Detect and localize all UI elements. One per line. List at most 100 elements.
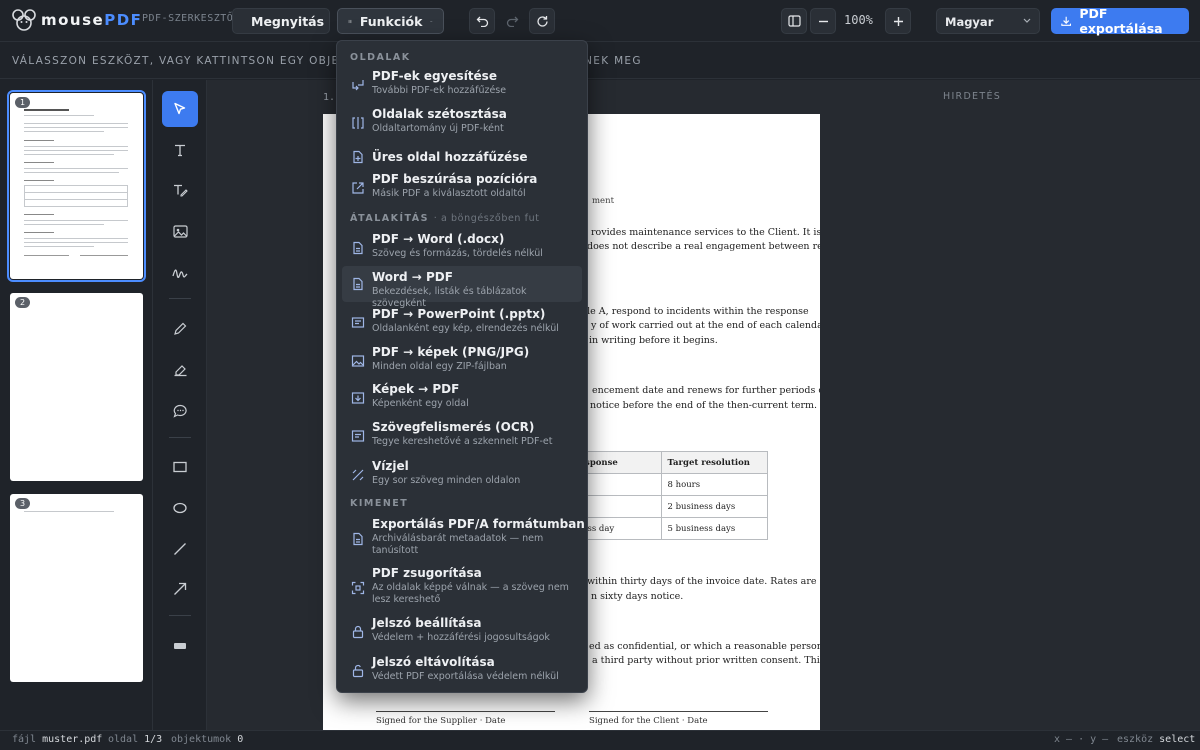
- tool-palette: [153, 80, 207, 730]
- undo-icon: [476, 16, 488, 27]
- image-tool[interactable]: [162, 213, 198, 249]
- open-button[interactable]: Megnyitás: [232, 8, 330, 34]
- menu-item-subtitle: További PDF-ek hozzáfűzése: [372, 85, 507, 96]
- page-thumbnail-2[interactable]: 2: [10, 293, 143, 481]
- image-icon: [172, 224, 188, 238]
- doc-text-line: a third party without prior written cons…: [592, 655, 820, 666]
- menu-item-pdf-to-images[interactable]: PDF → képek (PNG/JPG) Minden oldal egy Z…: [342, 345, 582, 377]
- doc-text-line: encement date and renews for further per…: [592, 385, 820, 396]
- redact-tool[interactable]: [162, 628, 198, 664]
- comment-tool[interactable]: [162, 393, 198, 429]
- export-pdf-button[interactable]: PDF exportálása: [1051, 6, 1189, 36]
- functions-dropdown-menu: OLDALAK PDF-ek egyesítése További PDF-ek…: [336, 40, 588, 693]
- menu-item-pdf-to-word[interactable]: PDF → Word (.docx) Szöveg és formázás, t…: [342, 232, 582, 264]
- menu-item-merge[interactable]: PDF-ek egyesítése További PDF-ek hozzáfű…: [342, 69, 582, 101]
- status-bar: fájl muster.pdf oldal 1/3 objektumok 0 x…: [0, 730, 1200, 750]
- menu-item-export-pdfa[interactable]: Exportálás PDF/A formátumban Archiválásb…: [342, 517, 585, 561]
- functions-menu-button[interactable]: Funkciók: [337, 8, 444, 34]
- menu-item-set-password[interactable]: Jelszó beállítása Védelem + hozzáférési …: [342, 616, 582, 648]
- menu-item-title: PDF → PowerPoint (.pptx): [372, 307, 546, 321]
- top-toolbar: mousePDF PDF-SZERKESZTŐ Megnyitás Funkci…: [0, 0, 1200, 42]
- menu-item-insert-pdf[interactable]: PDF beszúrása pozícióra Másik PDF a kivá…: [342, 172, 582, 204]
- page-thumbnail-3[interactable]: 3: [10, 494, 143, 682]
- text-edit-icon: [173, 184, 188, 197]
- lock-icon: [352, 625, 364, 639]
- menu-item-split[interactable]: Oldalak szétosztása Oldaltartomány új PD…: [342, 107, 582, 139]
- menu-item-watermark[interactable]: Vízjel Egy sor szöveg minden oldalon: [342, 459, 582, 491]
- menu-item-subtitle: Képenként egy oldal: [372, 398, 469, 409]
- app-subtitle: PDF-SZERKESZTŐ: [142, 13, 234, 24]
- text-tool[interactable]: [162, 132, 198, 168]
- doc-text-line: does not describe a real engagement betw…: [587, 241, 820, 252]
- table-cell: 2 business days: [660, 495, 768, 518]
- select-icon: [174, 102, 186, 115]
- zoom-level: 100%: [844, 13, 873, 27]
- menu-item-subtitle: Másik PDF a kiválasztott oldaltól: [372, 188, 526, 199]
- highlighter-tool[interactable]: [162, 352, 198, 388]
- chevron-down-icon: [430, 20, 433, 22]
- list-icon: [348, 19, 352, 23]
- menu-item-remove-password[interactable]: Jelszó eltávolítása Védett PDF exportálá…: [342, 655, 582, 687]
- menu-item-title: Üres oldal hozzáfűzése: [372, 150, 528, 164]
- menu-item-subtitle: Oldalanként egy kép, elrendezés nélkül: [372, 323, 559, 334]
- menu-section-output: KIMENET: [350, 498, 409, 509]
- status-tool: eszköz select: [1117, 734, 1196, 745]
- menu-item-title: PDF zsugorítása: [372, 566, 482, 580]
- menu-item-pdf-to-pptx[interactable]: PDF → PowerPoint (.pptx) Oldalanként egy…: [342, 307, 582, 339]
- page-thumbnail-1[interactable]: 1: [7, 90, 146, 282]
- signature-tool[interactable]: [162, 254, 198, 290]
- mouse-logo-icon: [12, 9, 36, 31]
- pen-tool[interactable]: [162, 311, 198, 347]
- export-button-label: PDF exportálása: [1079, 6, 1163, 36]
- thumbnail-number: 3: [15, 498, 30, 509]
- presentation-icon: [351, 317, 365, 328]
- highlighter-icon: [174, 365, 186, 377]
- text-edit-tool[interactable]: [162, 172, 198, 208]
- signature-line-supplier: [376, 711, 555, 712]
- menu-item-compress[interactable]: PDF zsugorítása Az oldalak képpé válnak …: [342, 566, 582, 610]
- app-logo[interactable]: mousePDF: [11, 8, 142, 32]
- rectangle-tool[interactable]: [162, 449, 198, 485]
- redo-button[interactable]: [499, 8, 525, 34]
- rectangle-icon: [173, 461, 187, 473]
- doc-text-line: y of work carried out at the end of each…: [591, 320, 820, 331]
- redo-icon: [506, 16, 518, 27]
- doc-text-line: rovides maintenance services to the Clie…: [591, 227, 820, 238]
- select-tool[interactable]: [162, 91, 198, 127]
- arrow-tool[interactable]: [162, 571, 198, 607]
- menu-item-title: Vízjel: [372, 459, 409, 473]
- menu-item-subtitle: Egy sor szöveg minden oldalon: [372, 475, 521, 486]
- line-icon: [174, 543, 186, 555]
- sidebar-icon: [787, 15, 801, 27]
- menu-item-ocr[interactable]: Szövegfelismerés (OCR) Tegye kereshetővé…: [342, 420, 582, 452]
- page-thumbnails-panel: 1 2 3: [0, 80, 153, 730]
- menu-item-title: PDF beszúrása pozícióra: [372, 172, 538, 186]
- document-icon: [353, 241, 363, 255]
- minus-icon: [818, 20, 828, 22]
- plus-icon: [893, 16, 903, 26]
- undo-button[interactable]: [469, 8, 495, 34]
- line-tool[interactable]: [162, 531, 198, 567]
- menu-item-title: PDF → képek (PNG/JPG): [372, 345, 530, 359]
- menu-item-word-to-pdf[interactable]: Word → PDF Bekezdések, listák és tábláza…: [342, 266, 582, 309]
- zoom-in-button[interactable]: [885, 8, 911, 34]
- table-cell: 8 hours: [660, 473, 768, 496]
- merge-icon: [352, 80, 364, 91]
- menu-item-subtitle: Védett PDF exportálása védelem nélkül: [372, 671, 559, 682]
- arrow-icon: [174, 582, 187, 595]
- menu-item-subtitle: Oldaltartomány új PDF-ként: [372, 123, 504, 134]
- menu-item-title: Szövegfelismerés (OCR): [372, 420, 535, 434]
- menu-item-subtitle: Minden oldal egy ZIP-fájlban: [372, 361, 507, 372]
- toggle-sidebar-button[interactable]: [781, 8, 807, 34]
- menu-item-blank-page[interactable]: Üres oldal hozzáfűzése: [342, 144, 582, 170]
- zoom-out-button[interactable]: [810, 8, 836, 34]
- status-coordinates: x — · y —: [1054, 734, 1109, 745]
- reset-button[interactable]: [529, 8, 555, 34]
- language-select[interactable]: Magyar: [936, 8, 1040, 34]
- ellipse-tool[interactable]: [162, 490, 198, 526]
- menu-item-title: PDF → Word (.docx): [372, 232, 505, 246]
- doc-text-line: notice before the end of the then-curren…: [590, 400, 818, 411]
- doc-text-line: within thirty days of the invoice date. …: [587, 576, 817, 587]
- menu-item-subtitle: Tegye kereshetővé a szkennelt PDF-et: [372, 436, 553, 447]
- menu-item-images-to-pdf[interactable]: Képek → PDF Képenként egy oldal: [342, 382, 582, 414]
